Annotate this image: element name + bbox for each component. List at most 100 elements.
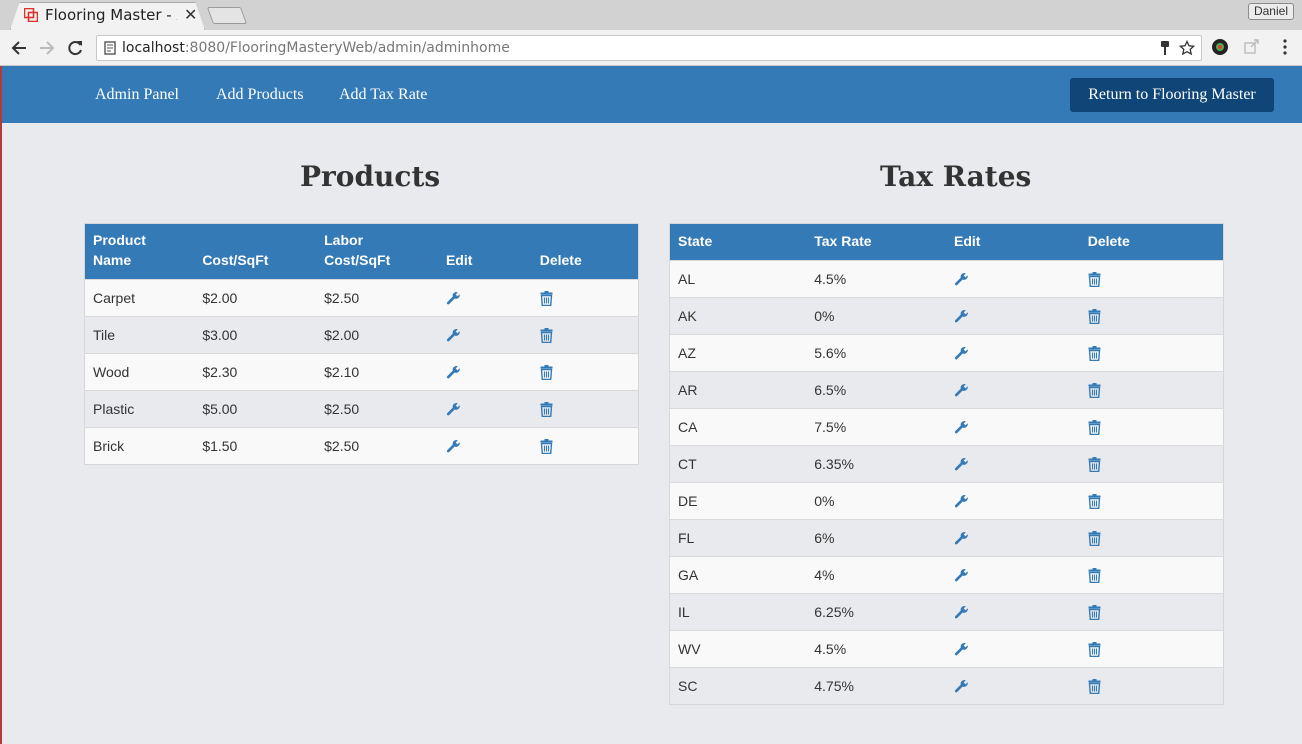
tax-state: IL xyxy=(669,593,807,631)
wrench-icon-cell xyxy=(946,408,1080,446)
tax-rates-title: Tax Rates xyxy=(880,160,1032,193)
trash-icon[interactable] xyxy=(540,364,630,380)
tax-state: FL xyxy=(669,519,807,557)
wrench-icon xyxy=(446,328,460,341)
url-text: localhost:8080/FlooringMasteryWeb/admin/… xyxy=(122,40,510,56)
profile-button[interactable]: Daniel xyxy=(1247,3,1294,20)
wrench-icon[interactable] xyxy=(954,605,1072,620)
trash-icon[interactable] xyxy=(540,401,630,417)
wrench-icon[interactable] xyxy=(954,568,1072,583)
wrench-icon[interactable] xyxy=(954,420,1072,435)
trash-icon xyxy=(1088,678,1101,694)
trash-icon[interactable] xyxy=(1088,641,1215,657)
app-navbar: Admin Panel Add Products Add Tax Rate Re… xyxy=(2,66,1302,123)
wrench-icon[interactable] xyxy=(954,642,1072,657)
trash-icon-cell xyxy=(1079,556,1224,594)
trash-icon-cell xyxy=(531,279,639,317)
wrench-icon xyxy=(954,568,968,581)
return-to-flooring-master-button[interactable]: Return to Flooring Master xyxy=(1070,78,1274,112)
bookmark-star-icon[interactable] xyxy=(1179,40,1195,56)
tax-rate: 6% xyxy=(806,519,946,557)
wrench-icon[interactable] xyxy=(446,402,524,417)
trash-icon xyxy=(1088,604,1101,620)
trash-icon[interactable] xyxy=(1088,678,1215,694)
wrench-icon[interactable] xyxy=(446,291,524,306)
tax-rate-row: DE 0% xyxy=(669,482,1224,520)
wrench-icon[interactable] xyxy=(954,679,1072,694)
tax-state: GA xyxy=(669,556,807,594)
wrench-icon-cell xyxy=(946,445,1080,483)
browser-tab-strip: Flooring Master - Ad ✕ Daniel xyxy=(0,0,1302,30)
product-cost: $2.00 xyxy=(194,279,317,317)
trash-icon[interactable] xyxy=(1088,456,1215,472)
header-edit: Edit xyxy=(437,223,532,280)
product-labor-cost: $2.10 xyxy=(316,353,438,391)
tax-state: AZ xyxy=(669,334,807,372)
tax-rate-row: WV 4.5% xyxy=(669,630,1224,668)
extension-share-icon[interactable] xyxy=(1243,38,1261,56)
reload-icon[interactable] xyxy=(64,37,86,59)
new-tab-button[interactable] xyxy=(206,7,248,24)
wrench-icon[interactable] xyxy=(446,328,524,343)
trash-icon[interactable] xyxy=(1088,567,1215,583)
forward-arrow-icon[interactable] xyxy=(36,37,58,59)
header-delete: Delete xyxy=(531,223,639,280)
trash-icon[interactable] xyxy=(540,438,630,454)
trash-icon[interactable] xyxy=(1088,345,1215,361)
back-arrow-icon[interactable] xyxy=(8,37,30,59)
trash-icon xyxy=(1088,530,1101,546)
tab-close-icon[interactable]: ✕ xyxy=(184,5,197,25)
trash-icon-cell xyxy=(1079,408,1224,446)
wrench-icon[interactable] xyxy=(954,272,1072,287)
trash-icon xyxy=(540,364,553,380)
trash-icon-cell xyxy=(1079,630,1224,668)
tax-rate: 0% xyxy=(806,297,946,335)
wrench-icon xyxy=(446,291,460,304)
nav-add-products[interactable]: Add Products xyxy=(216,86,304,104)
wrench-icon[interactable] xyxy=(446,439,524,454)
tax-rate: 7.5% xyxy=(806,408,946,446)
app-page: Admin Panel Add Products Add Tax Rate Re… xyxy=(0,66,1302,744)
address-bar[interactable]: localhost:8080/FlooringMasteryWeb/admin/… xyxy=(96,35,1202,61)
product-name: Plastic xyxy=(84,390,195,428)
nav-add-tax-rate[interactable]: Add Tax Rate xyxy=(339,86,427,104)
nav-admin-panel[interactable]: Admin Panel xyxy=(95,86,179,104)
trash-icon[interactable] xyxy=(1088,604,1215,620)
tax-rate-row: SC 4.75% xyxy=(669,667,1224,705)
key-icon[interactable] xyxy=(1157,40,1173,56)
wrench-icon xyxy=(954,605,968,618)
wrench-icon[interactable] xyxy=(954,346,1072,361)
tax-rate-row: AR 6.5% xyxy=(669,371,1224,409)
tax-rates-table: State Tax Rate Edit Delete AL 4.5% AK 0% AZ 5… xyxy=(669,223,1224,705)
wrench-icon[interactable] xyxy=(954,309,1072,324)
tax-rate-row: AK 0% xyxy=(669,297,1224,335)
browser-menu-icon[interactable] xyxy=(1276,38,1294,56)
extension-color-icon[interactable] xyxy=(1211,38,1229,56)
trash-icon[interactable] xyxy=(1088,382,1215,398)
trash-icon[interactable] xyxy=(540,290,630,306)
trash-icon[interactable] xyxy=(1088,530,1215,546)
wrench-icon[interactable] xyxy=(954,457,1072,472)
wrench-icon-cell xyxy=(946,667,1080,705)
wrench-icon xyxy=(954,679,968,692)
wrench-icon[interactable] xyxy=(954,494,1072,509)
page-info-icon[interactable] xyxy=(102,40,118,56)
trash-icon xyxy=(540,438,553,454)
wrench-icon xyxy=(446,439,460,452)
wrench-icon xyxy=(954,420,968,433)
wrench-icon-cell xyxy=(946,482,1080,520)
trash-icon-cell xyxy=(531,316,639,354)
trash-icon xyxy=(540,327,553,343)
trash-icon[interactable] xyxy=(1088,493,1215,509)
trash-icon[interactable] xyxy=(1088,308,1215,324)
wrench-icon[interactable] xyxy=(446,365,524,380)
wrench-icon[interactable] xyxy=(954,531,1072,546)
trash-icon[interactable] xyxy=(540,327,630,343)
tax-rate: 4.5% xyxy=(806,260,946,298)
wrench-icon[interactable] xyxy=(954,383,1072,398)
trash-icon[interactable] xyxy=(1088,271,1215,287)
wrench-icon xyxy=(954,531,968,544)
wrench-icon-cell xyxy=(946,297,1080,335)
trash-icon[interactable] xyxy=(1088,419,1215,435)
product-row: Carpet $2.00 $2.50 xyxy=(84,279,639,317)
